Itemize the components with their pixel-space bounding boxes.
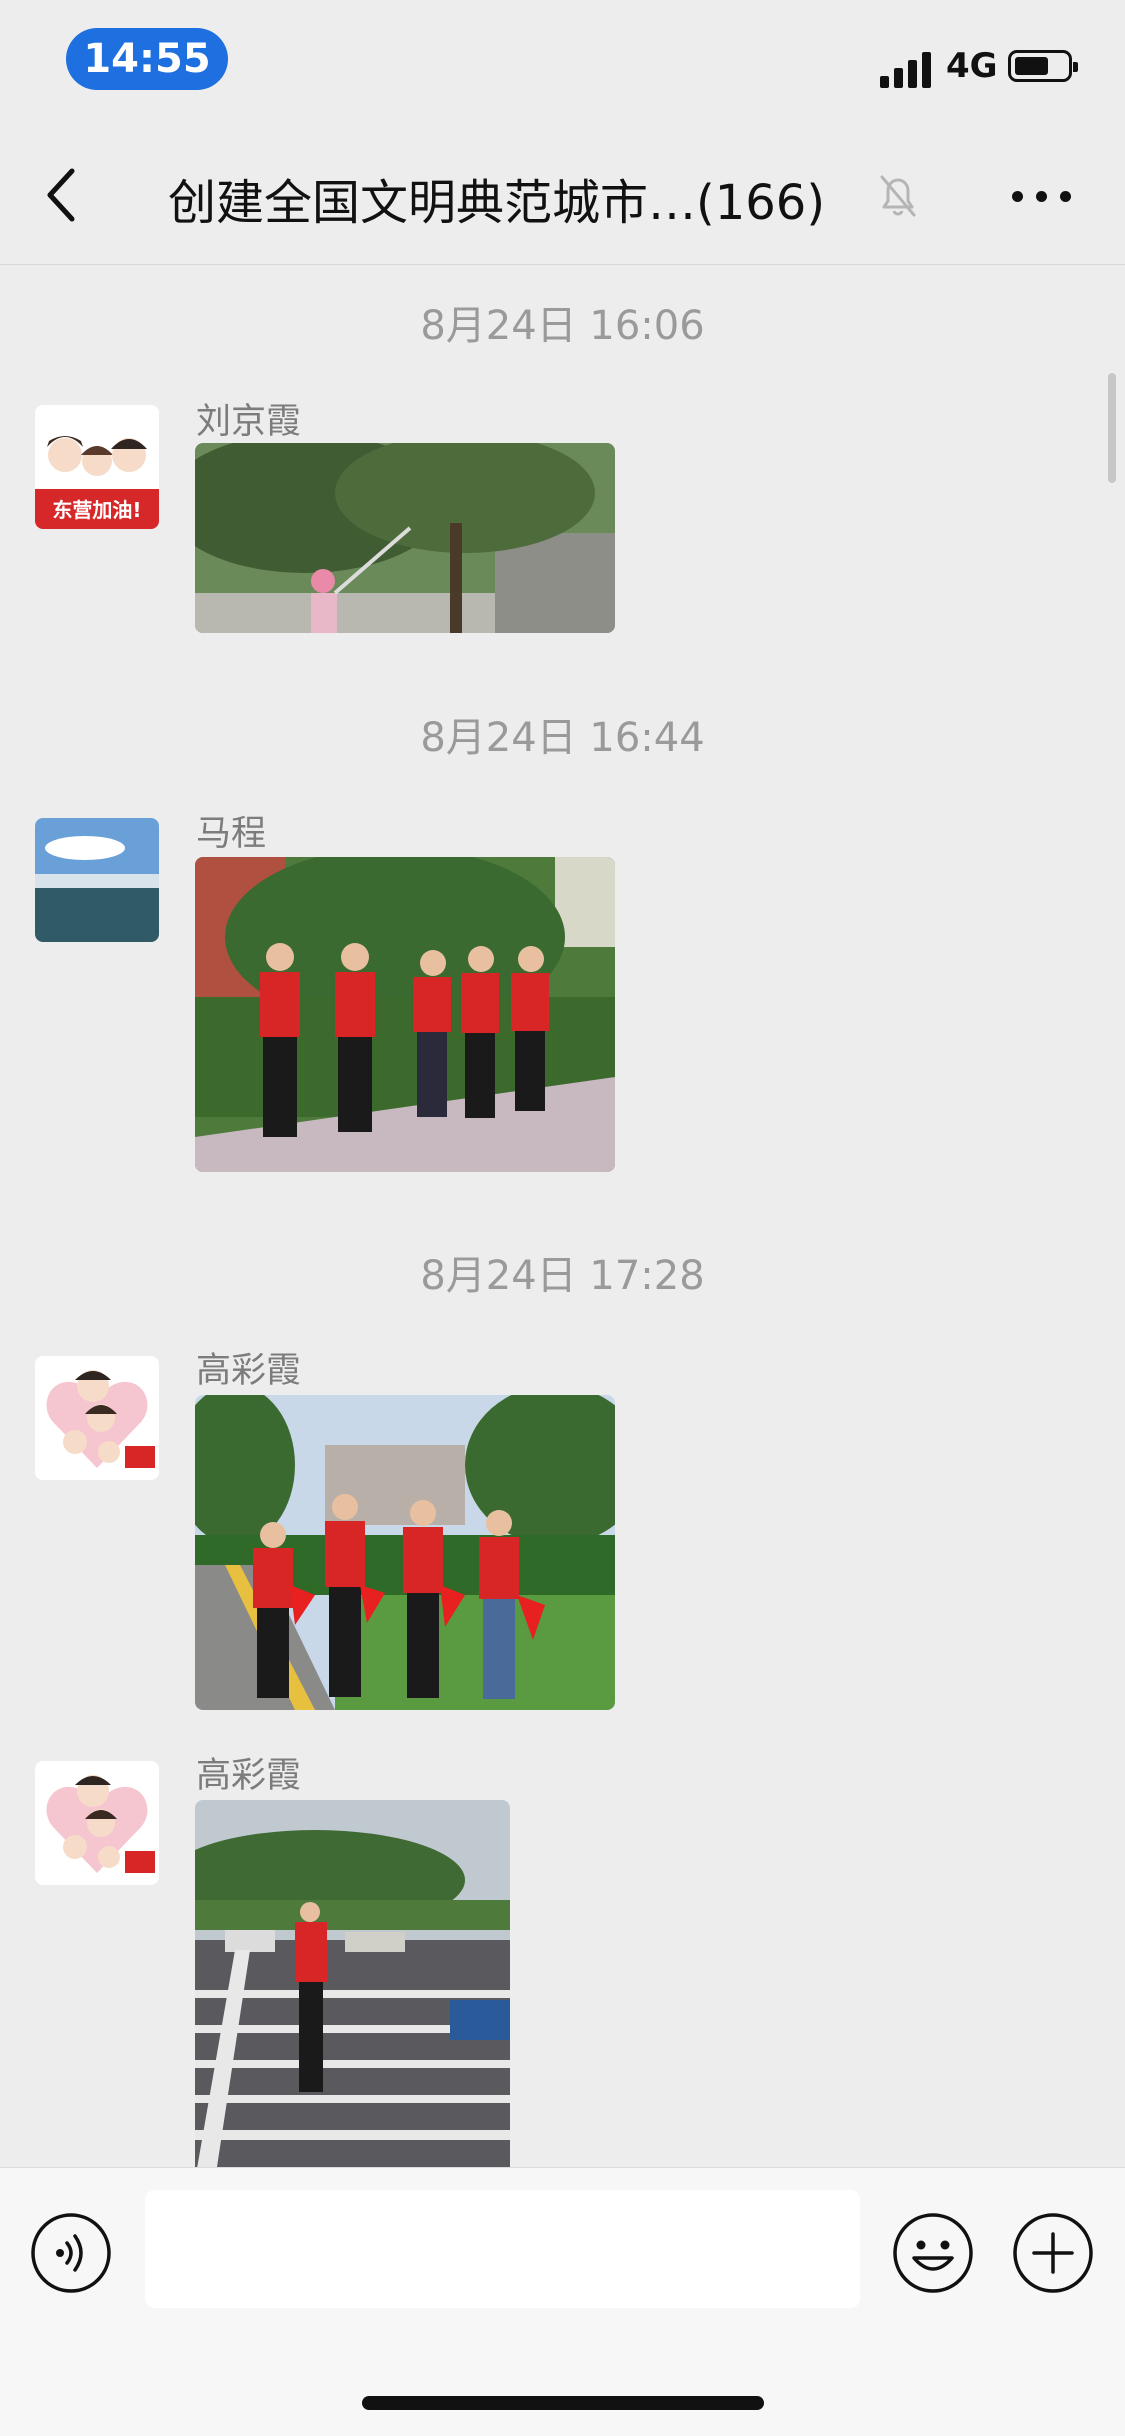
voice-icon[interactable]: [30, 2212, 112, 2294]
message-timestamp: 8月24日 16:44: [420, 715, 705, 761]
image-message-crosswalk[interactable]: [195, 1800, 510, 2167]
avatar-gao-caixia[interactable]: [35, 1356, 159, 1480]
message-timestamp: 8月24日 16:06: [420, 303, 705, 349]
more-dots-icon[interactable]: [1012, 191, 1072, 203]
signal-icon: [880, 50, 936, 88]
avatar-ma-cheng[interactable]: [35, 818, 159, 942]
back-chevron-icon[interactable]: [38, 165, 88, 225]
status-time: 14:55: [66, 28, 228, 90]
image-message-pruning[interactable]: [195, 443, 615, 633]
sender-name: 高彩霞: [196, 1756, 302, 1796]
input-bar: [0, 2167, 1125, 2436]
sender-name: 刘京霞: [196, 402, 302, 442]
message-input[interactable]: [145, 2190, 860, 2308]
chat-title: 创建全国文明典范城市…(166): [168, 175, 826, 231]
chat-header: 创建全国文明典范城市…(166): [0, 125, 1125, 265]
avatar-liu-jingxia[interactable]: 东营加油!: [35, 405, 159, 529]
emoji-icon[interactable]: [892, 2212, 974, 2294]
chat-message-list[interactable]: 8月24日 16:06 东营加油! 刘京霞 8月24日 16:44 马程 8月2…: [0, 265, 1125, 2167]
message-timestamp: 8月24日 17:28: [420, 1253, 705, 1299]
battery-icon: [1008, 50, 1078, 82]
status-bar: 14:55 4G: [0, 0, 1125, 125]
sender-name: 马程: [196, 814, 267, 854]
plus-icon[interactable]: [1012, 2212, 1094, 2294]
scrollbar[interactable]: [1108, 373, 1116, 483]
sender-name: 高彩霞: [196, 1351, 302, 1391]
home-indicator[interactable]: [362, 2396, 764, 2410]
image-message-group-photo[interactable]: [195, 857, 615, 1172]
image-message-flag-volunteers[interactable]: [195, 1395, 615, 1710]
mute-bell-icon: [880, 175, 916, 217]
avatar-text: 东营加油!: [52, 498, 141, 522]
avatar-gao-caixia[interactable]: [35, 1761, 159, 1885]
network-label: 4G: [946, 46, 998, 86]
